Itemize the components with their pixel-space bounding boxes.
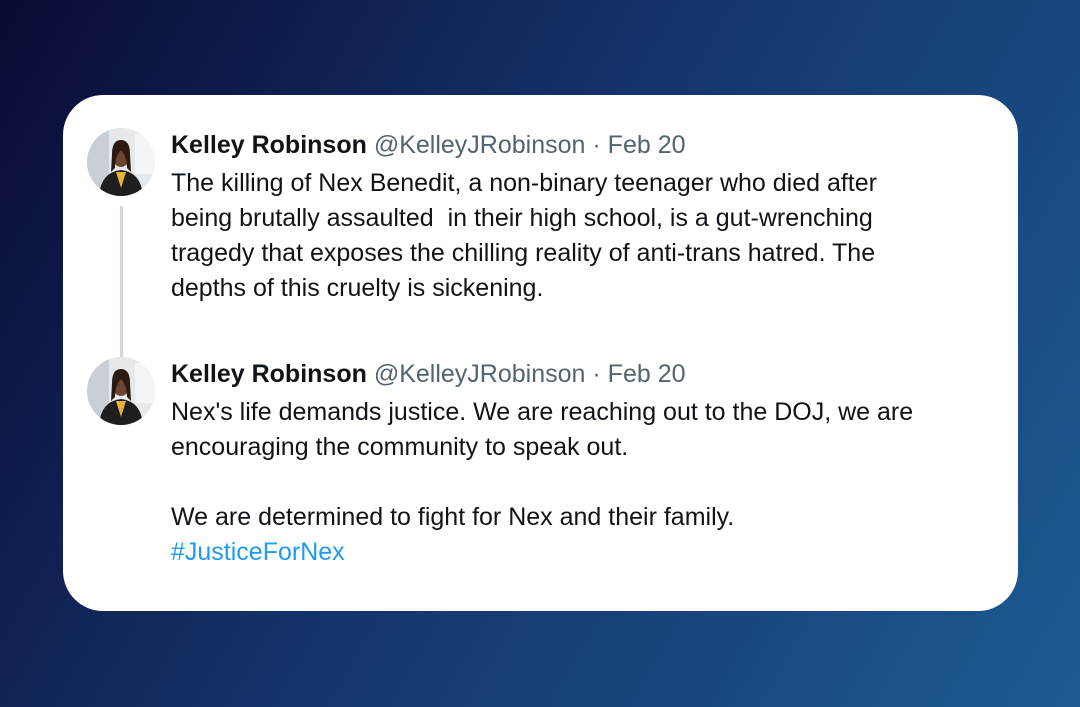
author-handle[interactable]: @KelleyJRobinson	[374, 131, 586, 159]
tweet-thread-card: Kelley Robinson @KelleyJRobinson · Feb 2…	[63, 95, 1018, 611]
tweet-content: Kelley Robinson @KelleyJRobinson · Feb 2…	[171, 128, 988, 306]
tweet-text: Nex's life demands justice. We are reach…	[171, 398, 914, 531]
thread-connector-line	[120, 206, 123, 366]
avatar[interactable]	[87, 357, 155, 425]
tweet-date[interactable]: Feb 20	[608, 360, 686, 388]
tweet-header: Kelley Robinson @KelleyJRobinson · Feb 2…	[171, 128, 988, 162]
tweet-date[interactable]: Feb 20	[608, 131, 686, 159]
separator-dot: ·	[592, 131, 601, 159]
author-name[interactable]: Kelley Robinson	[171, 131, 367, 159]
tweet-content: Kelley Robinson @KelleyJRobinson · Feb 2…	[171, 357, 988, 570]
author-handle[interactable]: @KelleyJRobinson	[374, 360, 586, 388]
author-name[interactable]: Kelley Robinson	[171, 360, 367, 388]
separator-dot: ·	[592, 360, 601, 388]
tweet-text: The killing of Nex Benedit, a non-binary…	[171, 169, 877, 302]
avatar[interactable]	[87, 128, 155, 196]
tweet-header: Kelley Robinson @KelleyJRobinson · Feb 2…	[171, 357, 988, 391]
hashtag-link[interactable]: #JusticeForNex	[171, 535, 988, 570]
